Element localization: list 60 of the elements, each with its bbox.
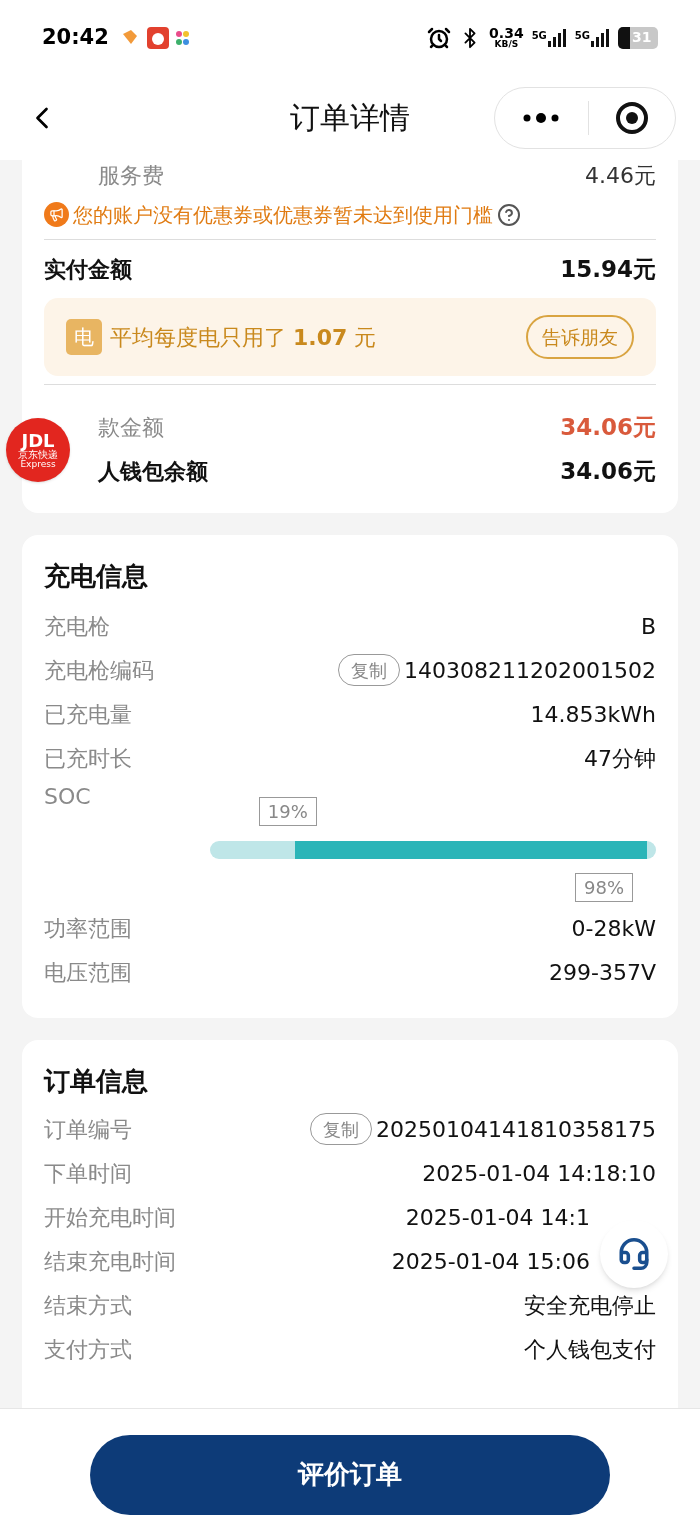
- status-time: 20:42: [42, 23, 109, 51]
- soc-start-label: 19%: [258, 797, 317, 826]
- fee-value: 4.46元: [585, 161, 656, 190]
- row-label: 订单编号: [44, 1115, 132, 1144]
- row-value: 47分钟: [584, 744, 656, 773]
- network-type: 5G: [574, 28, 590, 43]
- soc-end-label: 98%: [575, 873, 634, 902]
- average-price-text: 平均每度电只用了 1.07 元: [110, 323, 377, 352]
- help-icon[interactable]: [497, 202, 521, 227]
- row-label: 充电枪编码: [44, 656, 154, 685]
- row-label: 充电枪: [44, 612, 110, 641]
- net-unit: KB/S: [494, 40, 519, 49]
- network-type: 5G: [531, 28, 547, 43]
- amount-value: 34.06元: [560, 456, 656, 486]
- badge-logo: JDL: [21, 431, 55, 450]
- signal-icon: [590, 27, 610, 48]
- target-icon[interactable]: [614, 100, 649, 135]
- row-label: 下单时间: [44, 1159, 132, 1188]
- soc-label: SOC: [44, 783, 91, 811]
- row-label: 开始充电时间: [44, 1203, 176, 1232]
- row-value: 0-28kW: [571, 914, 656, 943]
- row-value: 299-357V: [549, 958, 656, 987]
- row-value: 个人钱包支付: [524, 1335, 656, 1364]
- badge-subtitle: Express: [20, 459, 56, 469]
- section-title: 充电信息: [44, 560, 149, 593]
- row-value: 2025-01-04 15:06: [391, 1247, 590, 1276]
- row-value: 2025-01-04 14:18:10: [422, 1159, 656, 1188]
- amount-value: 34.06元: [560, 412, 656, 442]
- page-title: 订单详情: [290, 99, 410, 137]
- signal-icon: [546, 27, 567, 48]
- paid-label: 实付金额: [44, 255, 132, 284]
- review-order-button[interactable]: 评价订单: [90, 1434, 610, 1515]
- amount-label: 人钱包余额: [98, 457, 208, 486]
- courier-floating-badge[interactable]: JDL 京东快递 Express: [6, 418, 70, 482]
- row-value: 安全充电停止: [524, 1291, 656, 1320]
- row-value: 2025-01-04 14:1: [405, 1203, 590, 1232]
- coupon-notice: 您的账户没有优惠券或优惠券暂未达到使用门槛: [73, 201, 493, 229]
- megaphone-icon: [44, 202, 69, 227]
- row-label: 支付方式: [44, 1335, 132, 1364]
- app-icons-drawing: [120, 25, 191, 50]
- section-title: 订单信息: [44, 1065, 149, 1098]
- share-button[interactable]: 告诉朋友: [526, 315, 634, 359]
- paid-value: 15.94元: [560, 254, 656, 284]
- amount-label: 款金额: [98, 413, 164, 442]
- row-value: 20250104141810358175: [376, 1115, 656, 1144]
- row-label: 功率范围: [44, 914, 132, 943]
- electric-badge: 电: [66, 319, 102, 355]
- badge-name: 京东快递: [18, 449, 58, 460]
- row-label: 结束方式: [44, 1291, 132, 1320]
- row-value: 14.853kWh: [530, 700, 656, 729]
- headset-icon: [617, 1237, 651, 1271]
- row-value: B: [640, 612, 656, 641]
- fee-label: 服务费: [98, 161, 164, 190]
- row-label: 结束充电时间: [44, 1247, 176, 1276]
- alarm-icon: [427, 25, 452, 50]
- net-speed: 0.34: [489, 26, 524, 40]
- row-value: 140308211202001502: [404, 656, 656, 685]
- row-label: 已充时长: [44, 744, 132, 773]
- row-label: 已充电量: [44, 700, 132, 729]
- row-label: 电压范围: [44, 958, 132, 987]
